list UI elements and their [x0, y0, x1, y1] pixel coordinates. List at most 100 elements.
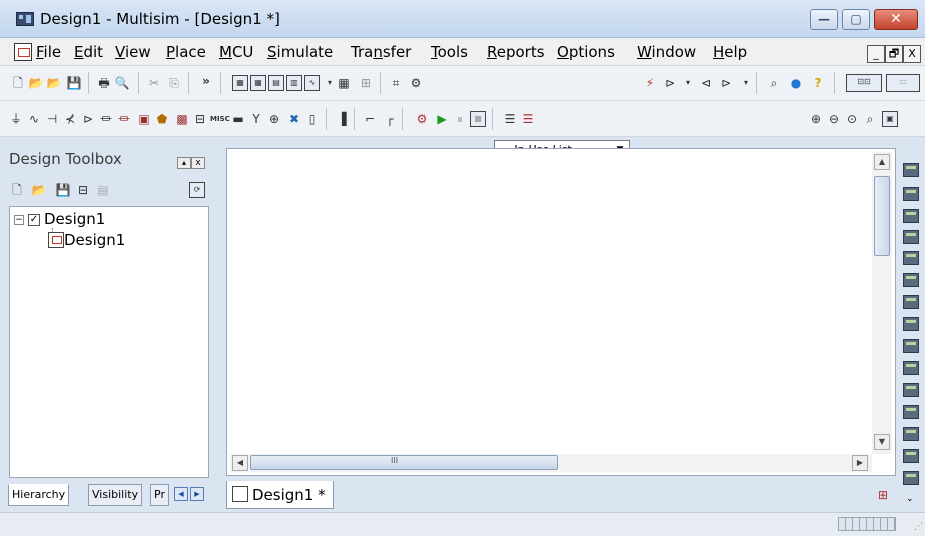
agilent-instrument-icon[interactable]: [903, 471, 919, 485]
restore-button[interactable]: ▢: [842, 9, 870, 30]
tab-scroll-right-icon[interactable]: ▶: [190, 487, 204, 501]
misc-digital-icon[interactable]: ▣: [136, 111, 152, 127]
spectrum-analyzer-icon[interactable]: [903, 427, 919, 441]
pause-icon[interactable]: ⏸: [452, 111, 468, 127]
multimeter-icon[interactable]: [903, 163, 919, 177]
menu-item-place[interactable]: Place: [166, 43, 206, 61]
component-view-icon[interactable]: ▥: [286, 75, 302, 91]
tab-project[interactable]: Pr: [150, 484, 169, 506]
refresh-icon[interactable]: ⟳: [189, 182, 205, 198]
schematic-toolbar-icon[interactable]: ⊡⊡: [846, 74, 882, 92]
mdi-minimize-button[interactable]: _: [867, 45, 885, 63]
network-analyzer-icon[interactable]: [903, 449, 919, 463]
zoom-sheet-icon[interactable]: ⌕: [862, 111, 878, 127]
print-icon[interactable]: 🖶: [96, 75, 112, 91]
mixed-icon[interactable]: ⬟: [154, 111, 170, 127]
bus-in-icon[interactable]: ⊲: [698, 75, 714, 91]
zoom-out-icon[interactable]: ⊖: [826, 111, 842, 127]
probe-settings-icon[interactable]: ☰: [502, 111, 518, 127]
tree-root-label[interactable]: Design1: [44, 210, 105, 228]
resize-grip-icon[interactable]: ⋰: [914, 522, 923, 532]
open-design-icon[interactable]: 📂: [31, 182, 47, 198]
scroll-right-icon[interactable]: ▶: [852, 455, 868, 471]
simulate-settings-icon[interactable]: ⚙: [414, 111, 430, 127]
resistor-icon[interactable]: ∿: [26, 111, 42, 127]
bus-dropdown-icon[interactable]: ▾: [738, 75, 754, 91]
transistor-icon[interactable]: ⊀: [62, 111, 78, 127]
close-design-icon[interactable]: ⊟: [75, 182, 91, 198]
wattmeter-icon[interactable]: [903, 209, 919, 223]
more-instruments-icon[interactable]: ⌄: [906, 494, 914, 504]
vertical-scrollbar[interactable]: ▲ ▼: [872, 152, 892, 454]
zoom-area-icon[interactable]: ⊙: [844, 111, 860, 127]
save-design-icon[interactable]: 💾: [55, 182, 71, 198]
tab-scroll-left-icon[interactable]: ◀: [174, 487, 188, 501]
misc-component-icon[interactable]: MISC: [210, 111, 230, 127]
help-icon[interactable]: ?: [810, 75, 826, 91]
collapse-icon[interactable]: −: [14, 215, 24, 225]
in-use-list-icon[interactable]: [432, 75, 448, 91]
word-generator-icon[interactable]: [903, 317, 919, 331]
hierarchical-block-icon[interactable]: ▐: [334, 111, 350, 127]
full-screen-icon[interactable]: ▣: [882, 111, 898, 127]
menu-item-reports[interactable]: Reports: [487, 43, 545, 61]
horizontal-scrollbar[interactable]: ◀ III ▶: [230, 454, 872, 472]
run-icon[interactable]: ▶: [434, 111, 450, 127]
forward-annotate-icon[interactable]: ⚙: [408, 75, 424, 91]
menu-item-file[interactable]: File: [36, 43, 61, 61]
minimize-button[interactable]: —: [810, 9, 838, 30]
cut-icon[interactable]: ✂: [146, 75, 162, 91]
print-preview-icon[interactable]: 🔍: [114, 75, 130, 91]
iv-analyzer-icon[interactable]: [903, 383, 919, 397]
menu-item-tools[interactable]: Tools: [431, 43, 468, 61]
close-button[interactable]: ✕: [874, 9, 918, 30]
connector-dropdown-icon[interactable]: ▾: [680, 75, 696, 91]
hierarchy-toggle-icon[interactable]: ▦: [232, 75, 248, 91]
logic-converter-icon[interactable]: [903, 339, 919, 353]
erc-icon[interactable]: ⊞: [358, 75, 374, 91]
grapher-icon[interactable]: ∿: [304, 75, 320, 91]
toolbar-overflow-icon[interactable]: »: [198, 73, 214, 89]
advanced-peripherals-icon[interactable]: ▬: [230, 111, 246, 127]
ttl-icon[interactable]: ⏛: [98, 111, 114, 127]
spreadsheet-toggle-icon[interactable]: ▦: [250, 75, 266, 91]
back-annotate-icon[interactable]: ⌗: [388, 75, 404, 91]
open-sample-icon[interactable]: 📂: [46, 75, 62, 91]
probe-icon[interactable]: ⚡: [642, 75, 658, 91]
menu-item-edit[interactable]: Edit: [74, 43, 103, 61]
visibility-checkbox[interactable]: ✓: [28, 214, 40, 226]
bus-out-icon[interactable]: ⊳: [718, 75, 734, 91]
rf-icon[interactable]: Y: [248, 111, 264, 127]
pin-icon[interactable]: ▴: [177, 157, 191, 169]
logic-analyzer-icon[interactable]: [903, 361, 919, 375]
menu-item-mcu[interactable]: MCU: [219, 43, 253, 61]
tab-menu-icon[interactable]: ⊞: [878, 488, 888, 502]
scroll-down-icon[interactable]: ▼: [874, 434, 890, 450]
power-component-icon[interactable]: ⊟: [192, 111, 208, 127]
document-icon[interactable]: [14, 43, 32, 61]
cmos-icon[interactable]: ⏛: [116, 111, 132, 127]
database-manager-icon[interactable]: ▤: [268, 75, 284, 91]
tab-hierarchy[interactable]: Hierarchy: [8, 484, 70, 506]
new-file-icon[interactable]: 🗋: [10, 75, 26, 91]
vertical-scroll-thumb[interactable]: [874, 176, 890, 256]
wire-icon[interactable]: ┌: [382, 111, 398, 127]
scroll-up-icon[interactable]: ▲: [874, 154, 890, 170]
menu-item-transfer[interactable]: Transfer: [351, 43, 411, 61]
source-icon[interactable]: ⏚: [8, 111, 24, 127]
schematic-canvas[interactable]: [230, 152, 872, 454]
analog-icon[interactable]: ⊳: [80, 111, 96, 127]
connector-icon[interactable]: ⊳: [662, 75, 678, 91]
tree-child-label[interactable]: Design1: [64, 231, 125, 249]
menu-item-options[interactable]: Options: [557, 43, 615, 61]
bus-icon[interactable]: ⌐: [362, 111, 378, 127]
oscilloscope-icon[interactable]: [903, 230, 919, 244]
mdi-close-button[interactable]: X: [903, 45, 921, 63]
frequency-counter-icon[interactable]: [903, 295, 919, 309]
multisim-app-icon[interactable]: [16, 12, 34, 26]
bode-plotter-icon[interactable]: [903, 273, 919, 287]
scroll-left-icon[interactable]: ◀: [232, 455, 248, 471]
education-web-icon[interactable]: ●: [788, 75, 804, 91]
save-icon[interactable]: 💾: [66, 75, 82, 91]
zoom-in-icon[interactable]: ⊕: [808, 111, 824, 127]
